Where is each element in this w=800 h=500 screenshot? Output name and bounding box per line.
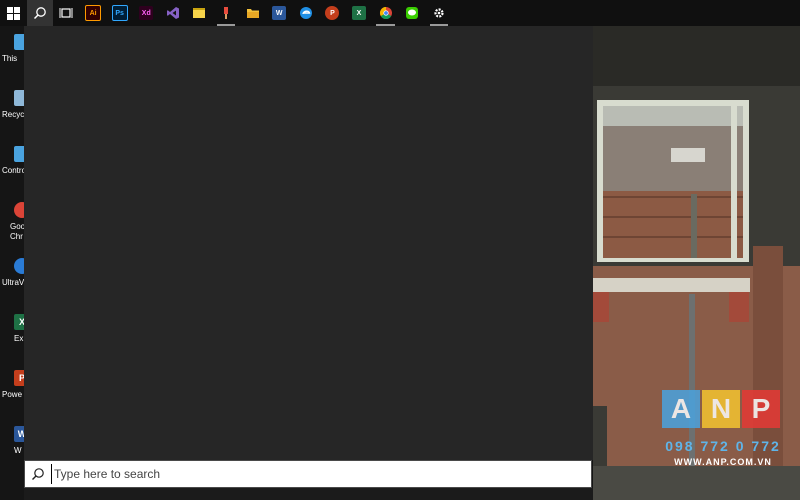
desktop-icon-excel[interactable]: X Ex — [0, 306, 30, 362]
sticky-notes-icon — [193, 8, 206, 18]
gear-icon — [434, 8, 444, 18]
photoshop-icon: Ps — [111, 5, 128, 21]
taskbar-powerpoint[interactable]: P — [319, 0, 346, 26]
taskbar-chrome[interactable] — [372, 0, 399, 26]
desktop-icon-label: Powe — [2, 390, 23, 399]
desktop-icon-this-pc[interactable]: This — [0, 26, 30, 82]
taskbar-word[interactable]: W — [266, 0, 293, 26]
taskbar-photoshop[interactable]: Ps — [106, 0, 133, 26]
start-button[interactable] — [0, 0, 27, 26]
watermark-url: WWW.ANP.COM.VN — [674, 457, 772, 467]
taskbar-illustrator[interactable]: Ai — [80, 0, 107, 26]
desktop-icon-label: Recyc — [2, 110, 25, 119]
search-panel — [24, 26, 593, 460]
taskbar-settings[interactable] — [426, 0, 453, 26]
watermark-letter-p: P — [742, 390, 780, 428]
taskbar-paint[interactable] — [213, 0, 240, 26]
visual-studio-icon — [166, 7, 179, 19]
taskbar-xd[interactable]: Xd — [133, 0, 160, 26]
desktop-icon-label: This — [2, 54, 18, 63]
taskbar-line[interactable] — [399, 0, 426, 26]
task-view-icon — [59, 8, 73, 18]
desktop-icons: This Recyc Contro Goo Chr UltraV X Ex P … — [0, 26, 30, 500]
word-icon: W — [272, 6, 287, 20]
taskbar-excel[interactable]: X — [346, 0, 373, 26]
search-panel-footer — [24, 488, 593, 500]
search-icon — [32, 468, 44, 480]
chat-icon — [406, 7, 419, 19]
illustrator-icon: Ai — [85, 5, 102, 21]
taskbar-sticky-notes[interactable] — [186, 0, 213, 26]
task-view-button[interactable] — [53, 0, 80, 26]
search-box-icon-wrap — [25, 467, 51, 481]
desktop-icon-label: UltraV — [2, 278, 25, 287]
desktop-icon-word[interactable]: W W — [0, 418, 30, 474]
search-box[interactable] — [24, 460, 592, 488]
windows-start-icon — [6, 6, 20, 20]
desktop-icon-chrome[interactable]: Goo Chr — [0, 194, 30, 250]
powerpoint-icon: P — [325, 6, 340, 20]
watermark-letter-n: N — [702, 390, 740, 428]
watermark-letter-a: A — [662, 390, 700, 428]
desktop-icon-label: Contro — [2, 166, 26, 175]
taskbar-edge[interactable] — [293, 0, 320, 26]
xd-icon: Xd — [139, 6, 154, 20]
paint-icon — [224, 7, 229, 19]
edge-icon — [299, 7, 312, 19]
taskbar-visual-studio[interactable] — [160, 0, 187, 26]
folder-icon — [246, 9, 259, 18]
watermark: A N P 098 772 0 772 WWW.ANP.COM.VN — [662, 390, 784, 482]
desktop-icon-ultraviewer[interactable]: UltraV — [0, 250, 30, 306]
desktop-icon-powerpoint[interactable]: P Powe — [0, 362, 30, 418]
search-button[interactable] — [26, 0, 54, 26]
excel-icon: X — [352, 6, 367, 20]
taskbar-file-explorer[interactable] — [239, 0, 266, 26]
desktop-icon-control-panel[interactable]: Contro — [0, 138, 30, 194]
search-icon — [33, 7, 46, 20]
watermark-logo: A N P — [662, 390, 784, 428]
chrome-icon — [379, 6, 392, 20]
desktop-icon-recycle-bin[interactable]: Recyc — [0, 82, 30, 138]
watermark-phone: 098 772 0 772 — [665, 438, 781, 454]
search-input[interactable] — [51, 464, 554, 484]
taskbar: Ai Ps Xd W P X — [0, 0, 800, 26]
